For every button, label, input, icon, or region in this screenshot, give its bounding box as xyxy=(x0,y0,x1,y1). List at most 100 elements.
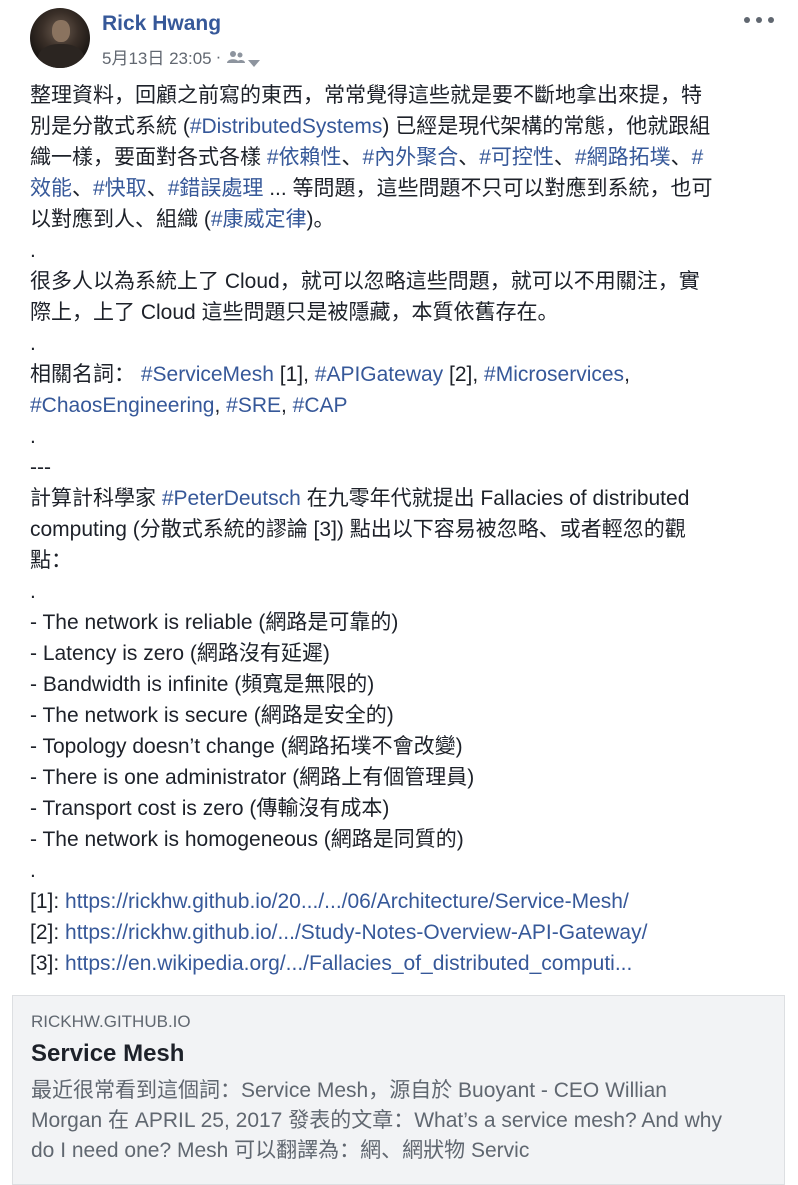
post-timestamp[interactable]: 5月13日 23:05 xyxy=(102,44,212,69)
post-text: 整理資料，回顧之前寫的東西，常常覺得這些就是要不斷地拿出來提，特 xyxy=(30,84,702,107)
post-text: [1], xyxy=(273,363,315,386)
reference-link[interactable]: https://en.wikipedia.org/.../Fallacies_o… xyxy=(65,952,632,975)
post-text-line: - The network is secure (網路是安全的) xyxy=(30,700,775,731)
reference-link[interactable]: https://rickhw.github.io/.../Study-Notes… xyxy=(65,921,647,944)
post-text: ... 等問題，這些問題不只可以對應到系統，也可 xyxy=(263,177,713,200)
post-text: 織一樣，要面對各式各樣 xyxy=(30,146,267,169)
post-text: 、 xyxy=(341,146,363,169)
post-text: [3]: xyxy=(30,952,66,975)
post-text: 相關名詞： xyxy=(30,363,141,386)
link-preview-card[interactable]: RICKHW.GITHUB.IO Service Mesh 最近很常看到這個詞：… xyxy=(12,995,785,1185)
post-text-line: 很多人以為系統上了 Cloud，就可以忽略這些問題，就可以不用關注，實 xyxy=(30,266,775,297)
post-text: . xyxy=(30,859,36,882)
avatar-face xyxy=(52,20,70,42)
post-text: 別是分散式系統 ( xyxy=(30,115,190,138)
post-text-line: #ChaosEngineering, #SRE, #CAP xyxy=(30,390,775,421)
post-text-line: 整理資料，回顧之前寫的東西，常常覺得這些就是要不斷地拿出來提，特 xyxy=(30,80,775,111)
post-text-line: [2]: https://rickhw.github.io/.../Study-… xyxy=(30,917,775,948)
post-text-line: . xyxy=(30,855,775,886)
hashtag-link[interactable]: #依賴性 xyxy=(267,146,342,169)
post-text-line: computing (分散式系統的謬論 [3]) 點出以下容易被忽略、或者輕忽的… xyxy=(30,514,775,545)
post-text: 際上，上了 Cloud 這些問題只是被隱藏，本質依舊存在。 xyxy=(30,301,559,324)
post-text: , xyxy=(624,363,630,386)
hashtag-link[interactable]: 效能 xyxy=(30,177,72,200)
post-text: . xyxy=(30,332,36,355)
post-text-line: 相關名詞： #ServiceMesh [1], #APIGateway [2],… xyxy=(30,359,775,390)
post-text: 、 xyxy=(146,177,168,200)
hashtag-link[interactable]: #錯誤處理 xyxy=(168,177,264,200)
post-text: 、 xyxy=(72,177,93,200)
post-text: . xyxy=(30,239,36,262)
post-text: 以對應到人、組織 ( xyxy=(30,208,211,231)
post-text: )。 xyxy=(306,208,335,231)
avatar-shoulder xyxy=(38,44,84,68)
post-text: - The network is homogeneous (網路是同質的) xyxy=(30,828,464,851)
post-text-line: - Transport cost is zero (傳輸沒有成本) xyxy=(30,793,775,824)
post-text: - The network is secure (網路是安全的) xyxy=(30,704,394,727)
post-text: computing (分散式系統的謬論 [3]) 點出以下容易被忽略、或者輕忽的… xyxy=(30,518,686,541)
card-description: 最近很常看到這個詞：Service Mesh，源自於 Buoyant - CEO… xyxy=(31,1076,776,1166)
post-text-line: . xyxy=(30,576,775,607)
hashtag-link[interactable]: #快取 xyxy=(93,177,147,200)
hashtag-link[interactable]: #網路拓墣 xyxy=(575,146,671,169)
hashtag-link[interactable]: #ServiceMesh xyxy=(141,363,274,386)
post-text: 在九零年代就提出 Fallacies of distributed xyxy=(300,487,690,510)
post-text-line: 別是分散式系統 (#DistributedSystems) 已經是現代架構的常態… xyxy=(30,111,775,142)
more-dot xyxy=(756,17,762,23)
hashtag-link[interactable]: #DistributedSystems xyxy=(190,115,383,138)
post-text: [2], xyxy=(443,363,485,386)
meta-separator: · xyxy=(215,46,222,66)
hashtag-link[interactable]: #SRE xyxy=(226,394,281,417)
hashtag-link[interactable]: #Microservices xyxy=(484,363,624,386)
post-text: - There is one administrator (網路上有個管理員) xyxy=(30,766,475,789)
hashtag-link[interactable]: #可控性 xyxy=(479,146,554,169)
post-text-line: - The network is homogeneous (網路是同質的) xyxy=(30,824,775,855)
post-text-line: - The network is reliable (網路是可靠的) xyxy=(30,607,775,638)
post-text-line: 點： xyxy=(30,545,775,576)
post-text: - Topology doesn’t change (網路拓墣不會改變) xyxy=(30,735,463,758)
more-dot xyxy=(768,17,774,23)
author-name[interactable]: Rick Hwang xyxy=(102,12,221,36)
post-text-line: - Latency is zero (網路沒有延遲) xyxy=(30,638,775,669)
hashtag-link[interactable]: # xyxy=(692,146,704,169)
post-text-line: 計算計科學家 #PeterDeutsch 在九零年代就提出 Fallacies … xyxy=(30,483,775,514)
chevron-down-icon[interactable] xyxy=(248,53,261,67)
post-text-line: . xyxy=(30,421,775,452)
post-text: - Bandwidth is infinite (頻寬是無限的) xyxy=(30,673,375,696)
post-text-line: - Bandwidth is infinite (頻寬是無限的) xyxy=(30,669,775,700)
friends-icon[interactable] xyxy=(227,50,246,64)
more-options-icon[interactable] xyxy=(744,12,774,28)
post-text-line: - There is one administrator (網路上有個管理員) xyxy=(30,762,775,793)
post-text: . xyxy=(30,580,36,603)
reference-link[interactable]: https://rickhw.github.io/20.../.../06/Ar… xyxy=(65,890,629,913)
hashtag-link[interactable]: #ChaosEngineering xyxy=(30,394,214,417)
post-text-line: 以對應到人、組織 (#康威定律)。 xyxy=(30,204,775,235)
hashtag-link[interactable]: #PeterDeutsch xyxy=(162,487,301,510)
more-dot xyxy=(744,17,750,23)
post-text: 、 xyxy=(458,146,480,169)
post-body: 整理資料，回顧之前寫的東西，常常覺得這些就是要不斷地拿出來提，特 別是分散式系統 … xyxy=(30,80,775,979)
post-text: 、 xyxy=(670,146,692,169)
post-text-line: 效能、#快取、#錯誤處理 ... 等問題，這些問題不只可以對應到系統，也可 xyxy=(30,173,775,204)
post-text: 很多人以為系統上了 Cloud，就可以忽略這些問題，就可以不用關注，實 xyxy=(30,270,700,293)
post-text: 、 xyxy=(553,146,575,169)
hashtag-link[interactable]: #內外聚合 xyxy=(363,146,459,169)
card-title[interactable]: Service Mesh xyxy=(31,1040,184,1068)
post-text-line: . xyxy=(30,235,775,266)
author-avatar[interactable] xyxy=(30,8,90,68)
post-text-line: [3]: https://en.wikipedia.org/.../Fallac… xyxy=(30,948,775,979)
card-domain: RICKHW.GITHUB.IO xyxy=(31,1012,191,1031)
hashtag-link[interactable]: #CAP xyxy=(293,394,348,417)
post-text: - The network is reliable (網路是可靠的) xyxy=(30,611,399,634)
post-text-line: 織一樣，要面對各式各樣 #依賴性、#內外聚合、#可控性、#網路拓墣、# xyxy=(30,142,775,173)
post-text-line: - Topology doesn’t change (網路拓墣不會改變) xyxy=(30,731,775,762)
post-text-line: 際上，上了 Cloud 這些問題只是被隱藏，本質依舊存在。 xyxy=(30,297,775,328)
post-header: Rick Hwang 5月13日 23:05 · xyxy=(30,8,774,70)
post-text: - Latency is zero (網路沒有延遲) xyxy=(30,642,330,665)
hashtag-link[interactable]: #康威定律 xyxy=(211,208,307,231)
card-description-line: Morgan 在 APRIL 25, 2017 發表的文章：What’s a s… xyxy=(31,1109,722,1132)
hashtag-link[interactable]: #APIGateway xyxy=(315,363,443,386)
post-text: [1]: xyxy=(30,890,66,913)
post-text: 計算計科學家 xyxy=(30,487,162,510)
post-text: [2]: xyxy=(30,921,66,944)
